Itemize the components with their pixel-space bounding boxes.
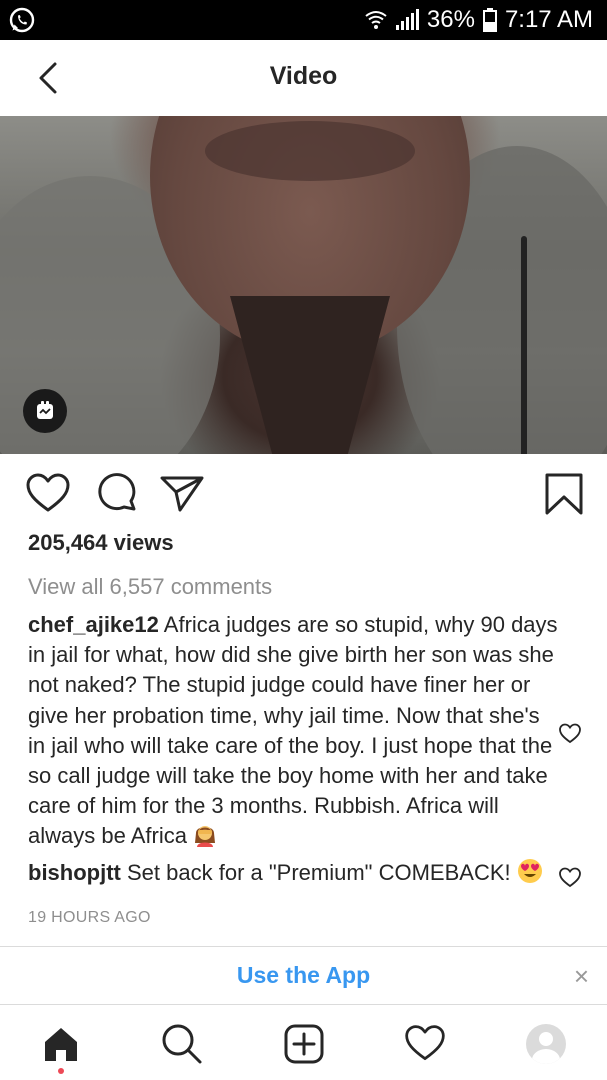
video-frame-mouth bbox=[205, 121, 415, 181]
divider bbox=[0, 1004, 607, 1005]
use-the-app-link[interactable]: Use the App bbox=[0, 962, 607, 989]
comment-like-heart-icon[interactable] bbox=[557, 864, 583, 890]
divider bbox=[0, 946, 607, 947]
comment-icon[interactable] bbox=[94, 470, 142, 518]
video-frame-neck bbox=[230, 296, 390, 454]
battery-percent: 36% bbox=[426, 6, 475, 33]
video-frame-hoodie-cord bbox=[521, 236, 527, 454]
notification-dot bbox=[58, 1068, 64, 1074]
comment-like-heart-icon[interactable] bbox=[557, 720, 583, 746]
profile-avatar[interactable] bbox=[522, 1020, 570, 1068]
post-actions bbox=[0, 470, 607, 522]
top-header: Video bbox=[0, 40, 607, 116]
sound-toggle-icon[interactable] bbox=[23, 389, 67, 433]
search-icon[interactable] bbox=[158, 1020, 206, 1068]
wifi-icon bbox=[365, 10, 387, 30]
woman-facepalm-emoji bbox=[193, 821, 217, 855]
comment: bishopjtt Set back for a "Premium" COMEB… bbox=[28, 858, 573, 892]
video-player[interactable] bbox=[0, 116, 607, 454]
view-count: 205,464 views bbox=[28, 530, 174, 555]
view-all-comments-link[interactable]: View all 6,557 comments bbox=[28, 574, 272, 600]
heart-icon[interactable] bbox=[24, 470, 72, 518]
activity-heart-icon[interactable] bbox=[401, 1020, 449, 1068]
comment-text: Africa judges are so stupid, why 90 days… bbox=[28, 612, 558, 849]
comment: chef_ajike12 Africa judges are so stupid… bbox=[28, 610, 558, 856]
share-icon[interactable] bbox=[158, 470, 206, 518]
avatar bbox=[526, 1024, 566, 1064]
home-icon[interactable] bbox=[37, 1020, 85, 1068]
add-post-icon[interactable] bbox=[280, 1020, 328, 1068]
close-icon[interactable]: × bbox=[574, 963, 589, 989]
signal-icon bbox=[395, 9, 419, 31]
bottom-nav bbox=[0, 1006, 607, 1080]
comment-text: Set back for a "Premium" COMEBACK! bbox=[127, 860, 511, 885]
clock: 7:17 AM bbox=[504, 6, 593, 33]
comment-username[interactable]: bishopjtt bbox=[28, 860, 121, 885]
page-title: Video bbox=[269, 62, 338, 90]
status-bar: 36% 7:17 AM bbox=[0, 0, 607, 40]
bookmark-icon[interactable] bbox=[540, 470, 588, 518]
battery-icon bbox=[482, 8, 497, 32]
whatsapp-icon bbox=[8, 6, 36, 34]
heart-eyes-emoji bbox=[517, 858, 543, 892]
comment-username[interactable]: chef_ajike12 bbox=[28, 612, 159, 637]
post-timestamp: 19 HOURS AGO bbox=[28, 909, 151, 926]
